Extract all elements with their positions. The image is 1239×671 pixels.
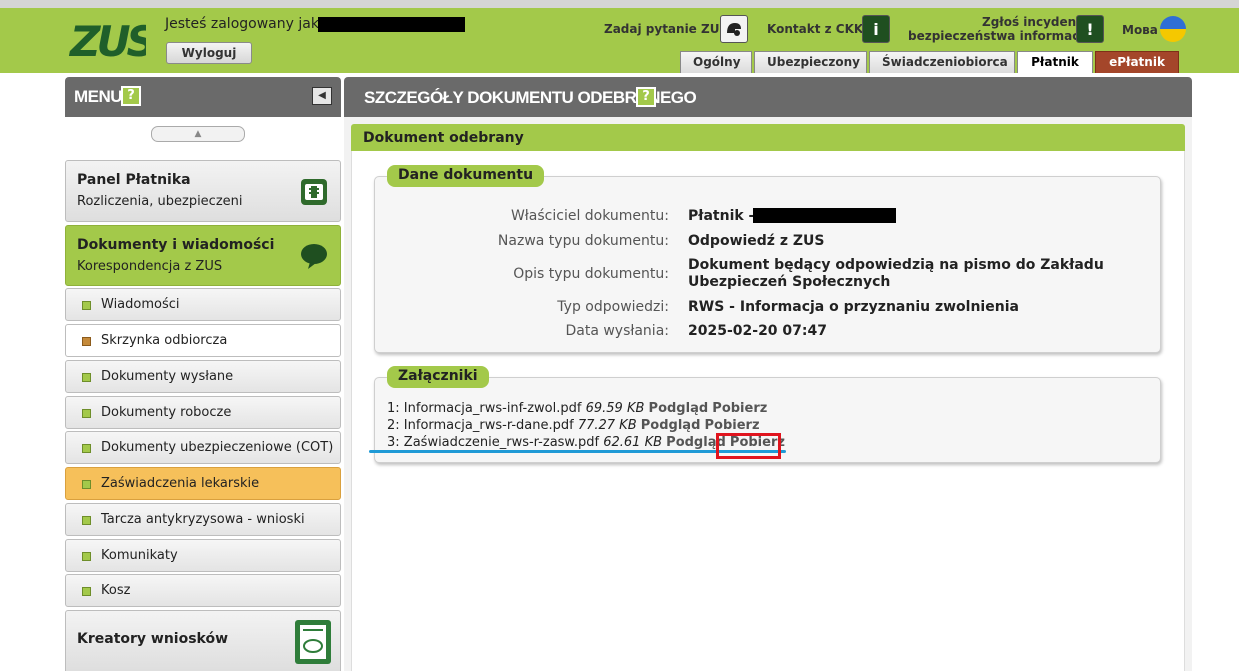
menu-help-icon[interactable]: ? xyxy=(121,86,141,106)
panel-dokumenty-title: Dokumenty i wiadomości xyxy=(77,237,275,253)
attachment-filename: Zaświadczenie_rws-r-zasw.pdf xyxy=(403,435,600,450)
sidebar-item-komunikaty[interactable]: Komunikaty xyxy=(65,539,341,572)
panel-kreatory-title: Kreatory wniosków xyxy=(77,631,229,647)
sidebar-item-label: Kosz xyxy=(101,583,131,598)
bullet-icon xyxy=(82,480,91,489)
sidebar-item-label: Dokumenty ubezpieczeniowe (COT) xyxy=(101,440,334,455)
browser-top-strip xyxy=(0,0,1239,8)
preview-link[interactable]: Podgląd xyxy=(641,418,701,433)
role-tabs: Ogólny Ubezpieczony Świadczeniobiorca Pł… xyxy=(680,51,1179,73)
panel-dokumenty-subtitle: Korespondencja z ZUS xyxy=(77,259,223,274)
bullet-icon xyxy=(82,373,91,382)
sidebar-item-label: Dokumenty robocze xyxy=(101,405,232,420)
report-incident-line2[interactable]: bezpieczeństwa informacji xyxy=(908,29,1088,43)
doc-type-value: Odpowiedź z ZUS xyxy=(688,233,825,249)
sidebar-item-dokumenty-robocze[interactable]: Dokumenty robocze xyxy=(65,396,341,429)
sidebar-item-kosz[interactable]: Kosz xyxy=(65,574,341,607)
download-link[interactable]: Pobierz xyxy=(705,418,760,433)
tab-platnik[interactable]: Płatnik xyxy=(1017,51,1093,73)
attachment-index: 3: xyxy=(387,435,400,450)
owner-value: Płatnik - xyxy=(688,208,755,224)
doc-description-label: Opis typu dokumentu: xyxy=(513,266,669,282)
menu-header: MENU ? ◀ xyxy=(65,77,341,117)
tab-eplatnik[interactable]: ePłatnik xyxy=(1095,51,1179,73)
tab-swiadczeniobiorca[interactable]: Świadczeniobiorca xyxy=(869,51,1015,73)
sidebar-item-zaswiadczenia-lekarskie[interactable]: Zaświadczenia lekarskie xyxy=(65,467,341,500)
sidebar-item-skrzynka-odbiorcza[interactable]: Skrzynka odbiorcza xyxy=(65,324,341,357)
sidebar-item-label: Dokumenty wysłane xyxy=(101,369,234,384)
sidebar-item-label: Zaświadczenia lekarskie xyxy=(101,476,260,491)
bullet-icon xyxy=(82,301,91,310)
doc-description-value: Dokument będący odpowiedzią na pismo do … xyxy=(688,257,1104,273)
bullet-icon xyxy=(82,444,91,453)
speech-bubble-icon xyxy=(301,244,327,269)
attachment-size: 77.27 KB xyxy=(577,418,637,433)
attachment-row: 2: Informacja_rws-r-dane.pdf 77.27 KB Po… xyxy=(387,418,760,434)
sent-date-value: 2025-02-20 07:47 xyxy=(688,323,827,339)
report-incident-line1[interactable]: Zgłoś incydent xyxy=(982,15,1082,29)
exclamation-icon[interactable]: ! xyxy=(1076,15,1104,43)
section-title: Dokument odebrany xyxy=(363,130,524,146)
annotation-highlight-box xyxy=(716,433,781,459)
attachment-index: 2: xyxy=(387,418,400,433)
download-link[interactable]: Pobierz xyxy=(712,401,767,416)
bullet-icon xyxy=(82,409,91,418)
contact-ckk-link[interactable]: Kontakt z CKK xyxy=(767,22,863,36)
sidebar-item-label: Wiadomości xyxy=(101,297,180,312)
zus-logo[interactable]: ZUS xyxy=(68,16,146,62)
ask-zus-icon[interactable] xyxy=(720,15,748,43)
ukraine-flag-icon[interactable] xyxy=(1160,16,1186,42)
menu-title: MENU xyxy=(74,87,123,106)
form-creator-icon xyxy=(295,620,331,664)
bullet-icon xyxy=(82,587,91,596)
bullet-icon xyxy=(82,516,91,525)
sent-date-label: Data wysłania: xyxy=(565,323,669,339)
owner-label: Właściciel dokumentu: xyxy=(510,208,669,224)
page-help-icon[interactable]: ? xyxy=(636,87,656,107)
attachment-size: 69.59 KB xyxy=(585,401,645,416)
ask-zus-link[interactable]: Zadaj pytanie ZUS xyxy=(604,22,728,36)
logout-button[interactable]: Wyloguj xyxy=(166,42,252,64)
panel-platnika-title: Panel Płatnika xyxy=(77,172,191,188)
doc-type-label: Nazwa typu dokumentu: xyxy=(497,233,669,249)
payer-panel-icon xyxy=(301,179,327,205)
sidebar-item-tarcza-antykryzysowa[interactable]: Tarcza antykryzysowa - wnioski xyxy=(65,503,341,536)
bullet-icon xyxy=(82,337,91,346)
sidebar-item-label: Komunikaty xyxy=(101,548,178,563)
response-type-label: Typ odpowiedzi: xyxy=(557,299,669,315)
attachment-row: 1: Informacja_rws-inf-zwol.pdf 69.59 KB … xyxy=(387,401,767,417)
document-details-legend: Dane dokumentu xyxy=(387,165,545,187)
tab-ogolny[interactable]: Ogólny xyxy=(680,51,752,73)
tab-ubezpieczony[interactable]: Ubezpieczony xyxy=(754,51,867,73)
sidebar-item-label: Skrzynka odbiorcza xyxy=(101,333,228,348)
helmet-icon xyxy=(727,23,741,36)
doc-description-value-line2: Ubezpieczeń Społecznych xyxy=(688,274,891,290)
sidebar-item-dokumenty-wyslane[interactable]: Dokumenty wysłane xyxy=(65,360,341,393)
sidebar-item-dokumenty-ubezpieczeniowe[interactable]: Dokumenty ubezpieczeniowe (COT) xyxy=(65,431,341,464)
attachment-index: 1: xyxy=(387,401,400,416)
info-icon[interactable]: i xyxy=(862,15,890,43)
main-header: SZCZEGÓŁY DOKUMENTU ODEBRANEGO ? xyxy=(344,77,1192,117)
menu-scroll-up-icon[interactable]: ▲ xyxy=(151,126,245,142)
preview-link[interactable]: Podgląd xyxy=(649,401,709,416)
attachment-filename: Informacja_rws-r-dane.pdf xyxy=(403,418,574,433)
language-link[interactable]: Мова xyxy=(1122,23,1158,37)
redacted-username xyxy=(318,17,465,32)
attachment-size: 62.61 KB xyxy=(603,435,663,450)
panel-platnika[interactable]: Panel Płatnika Rozliczenia, ubezpieczeni xyxy=(65,160,341,222)
panel-platnika-subtitle: Rozliczenia, ubezpieczeni xyxy=(77,194,243,209)
panel-kreatory-wnioskow[interactable]: Kreatory wniosków xyxy=(65,610,341,671)
response-type-value: RWS - Informacja o przyznaniu zwolnienia xyxy=(688,299,1019,315)
panel-dokumenty[interactable]: Dokumenty i wiadomości Korespondencja z … xyxy=(65,225,341,286)
zus-logo-text: ZUS xyxy=(68,17,146,62)
sidebar-item-label: Tarcza antykryzysowa - wnioski xyxy=(101,512,305,527)
logged-in-label: Jesteś zalogowany jako: xyxy=(165,16,332,32)
sidebar-item-wiadomosci[interactable]: Wiadomości xyxy=(65,288,341,321)
redacted-owner xyxy=(753,208,896,223)
attachments-legend: Załączniki xyxy=(387,366,489,388)
section-header: Dokument odebrany xyxy=(351,124,1185,151)
attachment-filename: Informacja_rws-inf-zwol.pdf xyxy=(403,401,582,416)
bullet-icon xyxy=(82,552,91,561)
collapse-menu-icon[interactable]: ◀ xyxy=(312,87,332,105)
